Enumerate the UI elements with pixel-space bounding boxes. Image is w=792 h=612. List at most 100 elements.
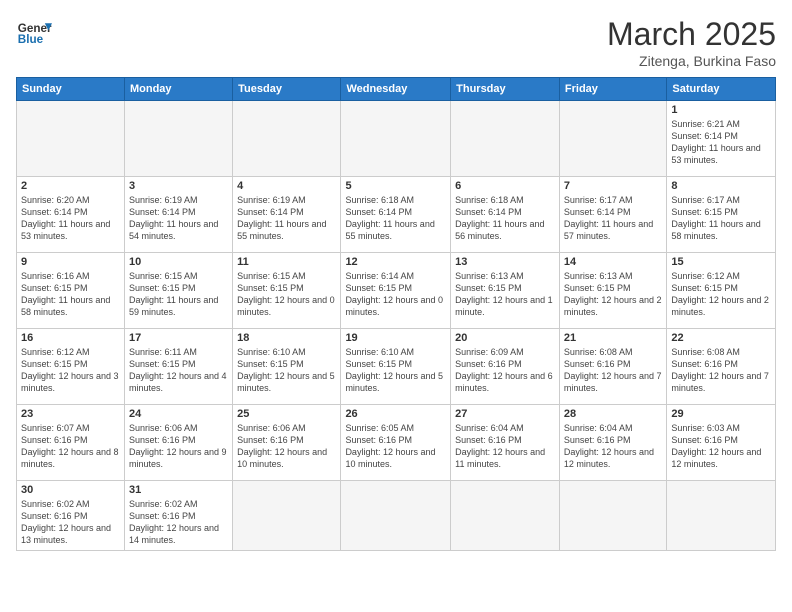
day-info: Sunrise: 6:15 AM Sunset: 6:15 PM Dayligh… [129, 270, 228, 319]
location-subtitle: Zitenga, Burkina Faso [607, 53, 776, 69]
day-number: 8 [671, 180, 771, 192]
day-number: 19 [345, 332, 446, 344]
calendar-header-row: Sunday Monday Tuesday Wednesday Thursday… [17, 78, 776, 101]
table-row: 9 Sunrise: 6:16 AM Sunset: 6:15 PM Daylig… [17, 253, 125, 329]
table-row [341, 481, 451, 551]
day-number: 14 [564, 256, 662, 268]
table-row: 31Sunrise: 6:02 AM Sunset: 6:16 PM Dayli… [124, 481, 232, 551]
table-row [667, 481, 776, 551]
day-number: 11 [237, 256, 336, 268]
table-row: 12Sunrise: 6:14 AM Sunset: 6:15 PM Dayli… [341, 253, 451, 329]
day-number: 6 [455, 180, 555, 192]
day-number: 26 [345, 408, 446, 420]
day-number: 9 [21, 256, 120, 268]
table-row: 4 Sunrise: 6:19 AM Sunset: 6:14 PM Daylig… [233, 177, 341, 253]
day-info: Sunrise: 6:04 AM Sunset: 6:16 PM Dayligh… [455, 422, 555, 471]
table-row: 8 Sunrise: 6:17 AM Sunset: 6:15 PM Daylig… [667, 177, 776, 253]
day-info: Sunrise: 6:13 AM Sunset: 6:15 PM Dayligh… [564, 270, 662, 319]
day-info: Sunrise: 6:18 AM Sunset: 6:14 PM Dayligh… [455, 194, 555, 243]
day-info: Sunrise: 6:07 AM Sunset: 6:16 PM Dayligh… [21, 422, 120, 471]
day-info: Sunrise: 6:04 AM Sunset: 6:16 PM Dayligh… [564, 422, 662, 471]
day-info: Sunrise: 6:10 AM Sunset: 6:15 PM Dayligh… [237, 346, 336, 395]
day-number: 15 [671, 256, 771, 268]
table-row [233, 481, 341, 551]
day-info: Sunrise: 6:12 AM Sunset: 6:15 PM Dayligh… [671, 270, 771, 319]
day-number: 18 [237, 332, 336, 344]
calendar-page: General Blue March 2025 Zitenga, Burkina… [0, 0, 792, 612]
day-number: 2 [21, 180, 120, 192]
day-number: 16 [21, 332, 120, 344]
table-row: 3Sunrise: 6:19 AM Sunset: 6:14 PM Daylig… [124, 177, 232, 253]
day-info: Sunrise: 6:09 AM Sunset: 6:16 PM Dayligh… [455, 346, 555, 395]
day-info: Sunrise: 6:02 AM Sunset: 6:16 PM Dayligh… [21, 498, 120, 547]
table-row: 26Sunrise: 6:05 AM Sunset: 6:16 PM Dayli… [341, 405, 451, 481]
day-number: 5 [345, 180, 446, 192]
table-row [559, 101, 666, 177]
table-row: 21Sunrise: 6:08 AM Sunset: 6:16 PM Dayli… [559, 329, 666, 405]
day-number: 27 [455, 408, 555, 420]
table-row [451, 481, 560, 551]
day-info: Sunrise: 6:20 AM Sunset: 6:14 PM Dayligh… [21, 194, 120, 243]
day-info: Sunrise: 6:11 AM Sunset: 6:15 PM Dayligh… [129, 346, 228, 395]
table-row [124, 101, 232, 177]
col-thursday: Thursday [451, 78, 560, 101]
day-info: Sunrise: 6:08 AM Sunset: 6:16 PM Dayligh… [671, 346, 771, 395]
calendar-table: Sunday Monday Tuesday Wednesday Thursday… [16, 77, 776, 551]
col-friday: Friday [559, 78, 666, 101]
generalblue-logo-icon: General Blue [16, 16, 52, 52]
day-info: Sunrise: 6:06 AM Sunset: 6:16 PM Dayligh… [237, 422, 336, 471]
day-number: 7 [564, 180, 662, 192]
table-row: 29Sunrise: 6:03 AM Sunset: 6:16 PM Dayli… [667, 405, 776, 481]
title-block: March 2025 Zitenga, Burkina Faso [607, 16, 776, 69]
day-number: 25 [237, 408, 336, 420]
table-row: 14 Sunrise: 6:13 AM Sunset: 6:15 PM Dayli… [559, 253, 666, 329]
day-info: Sunrise: 6:03 AM Sunset: 6:16 PM Dayligh… [671, 422, 771, 471]
table-row: 22 Sunrise: 6:08 AM Sunset: 6:16 PM Dayli… [667, 329, 776, 405]
table-row: 16Sunrise: 6:12 AM Sunset: 6:15 PM Dayli… [17, 329, 125, 405]
day-number: 4 [237, 180, 336, 192]
table-row: 27 Sunrise: 6:04 AM Sunset: 6:16 PM Dayli… [451, 405, 560, 481]
table-row: 10 Sunrise: 6:15 AM Sunset: 6:15 PM Dayli… [124, 253, 232, 329]
table-row: 15 Sunrise: 6:12 AM Sunset: 6:15 PM Dayli… [667, 253, 776, 329]
day-info: Sunrise: 6:17 AM Sunset: 6:15 PM Dayligh… [671, 194, 771, 243]
day-number: 28 [564, 408, 662, 420]
table-row: 1 Sunrise: 6:21 AM Sunset: 6:14 PM Daylig… [667, 101, 776, 177]
day-number: 30 [21, 484, 120, 496]
col-monday: Monday [124, 78, 232, 101]
day-number: 10 [129, 256, 228, 268]
table-row: 28 Sunrise: 6:04 AM Sunset: 6:16 PM Dayli… [559, 405, 666, 481]
day-number: 21 [564, 332, 662, 344]
day-info: Sunrise: 6:21 AM Sunset: 6:14 PM Dayligh… [671, 118, 771, 167]
day-info: Sunrise: 6:19 AM Sunset: 6:14 PM Dayligh… [237, 194, 336, 243]
day-info: Sunrise: 6:16 AM Sunset: 6:15 PM Dayligh… [21, 270, 120, 319]
col-wednesday: Wednesday [341, 78, 451, 101]
table-row: 30 Sunrise: 6:02 AM Sunset: 6:16 PM Dayli… [17, 481, 125, 551]
day-number: 1 [671, 104, 771, 116]
col-sunday: Sunday [17, 78, 125, 101]
day-info: Sunrise: 6:17 AM Sunset: 6:14 PM Dayligh… [564, 194, 662, 243]
header: General Blue March 2025 Zitenga, Burkina… [16, 16, 776, 69]
logo: General Blue [16, 16, 52, 52]
table-row: 24Sunrise: 6:06 AM Sunset: 6:16 PM Dayli… [124, 405, 232, 481]
table-row: 11Sunrise: 6:15 AM Sunset: 6:15 PM Dayli… [233, 253, 341, 329]
table-row: 17 Sunrise: 6:11 AM Sunset: 6:15 PM Dayli… [124, 329, 232, 405]
svg-text:Blue: Blue [18, 33, 44, 46]
day-number: 23 [21, 408, 120, 420]
day-number: 24 [129, 408, 228, 420]
day-info: Sunrise: 6:13 AM Sunset: 6:15 PM Dayligh… [455, 270, 555, 319]
col-tuesday: Tuesday [233, 78, 341, 101]
table-row [233, 101, 341, 177]
day-number: 22 [671, 332, 771, 344]
day-number: 3 [129, 180, 228, 192]
table-row: 19Sunrise: 6:10 AM Sunset: 6:15 PM Dayli… [341, 329, 451, 405]
table-row: 18 Sunrise: 6:10 AM Sunset: 6:15 PM Dayli… [233, 329, 341, 405]
day-number: 17 [129, 332, 228, 344]
day-info: Sunrise: 6:14 AM Sunset: 6:15 PM Dayligh… [345, 270, 446, 319]
table-row: 13Sunrise: 6:13 AM Sunset: 6:15 PM Dayli… [451, 253, 560, 329]
table-row: 2 Sunrise: 6:20 AM Sunset: 6:14 PM Daylig… [17, 177, 125, 253]
table-row [559, 481, 666, 551]
table-row: 23 Sunrise: 6:07 AM Sunset: 6:16 PM Dayli… [17, 405, 125, 481]
day-number: 31 [129, 484, 228, 496]
table-row [341, 101, 451, 177]
table-row: 6 Sunrise: 6:18 AM Sunset: 6:14 PM Daylig… [451, 177, 560, 253]
